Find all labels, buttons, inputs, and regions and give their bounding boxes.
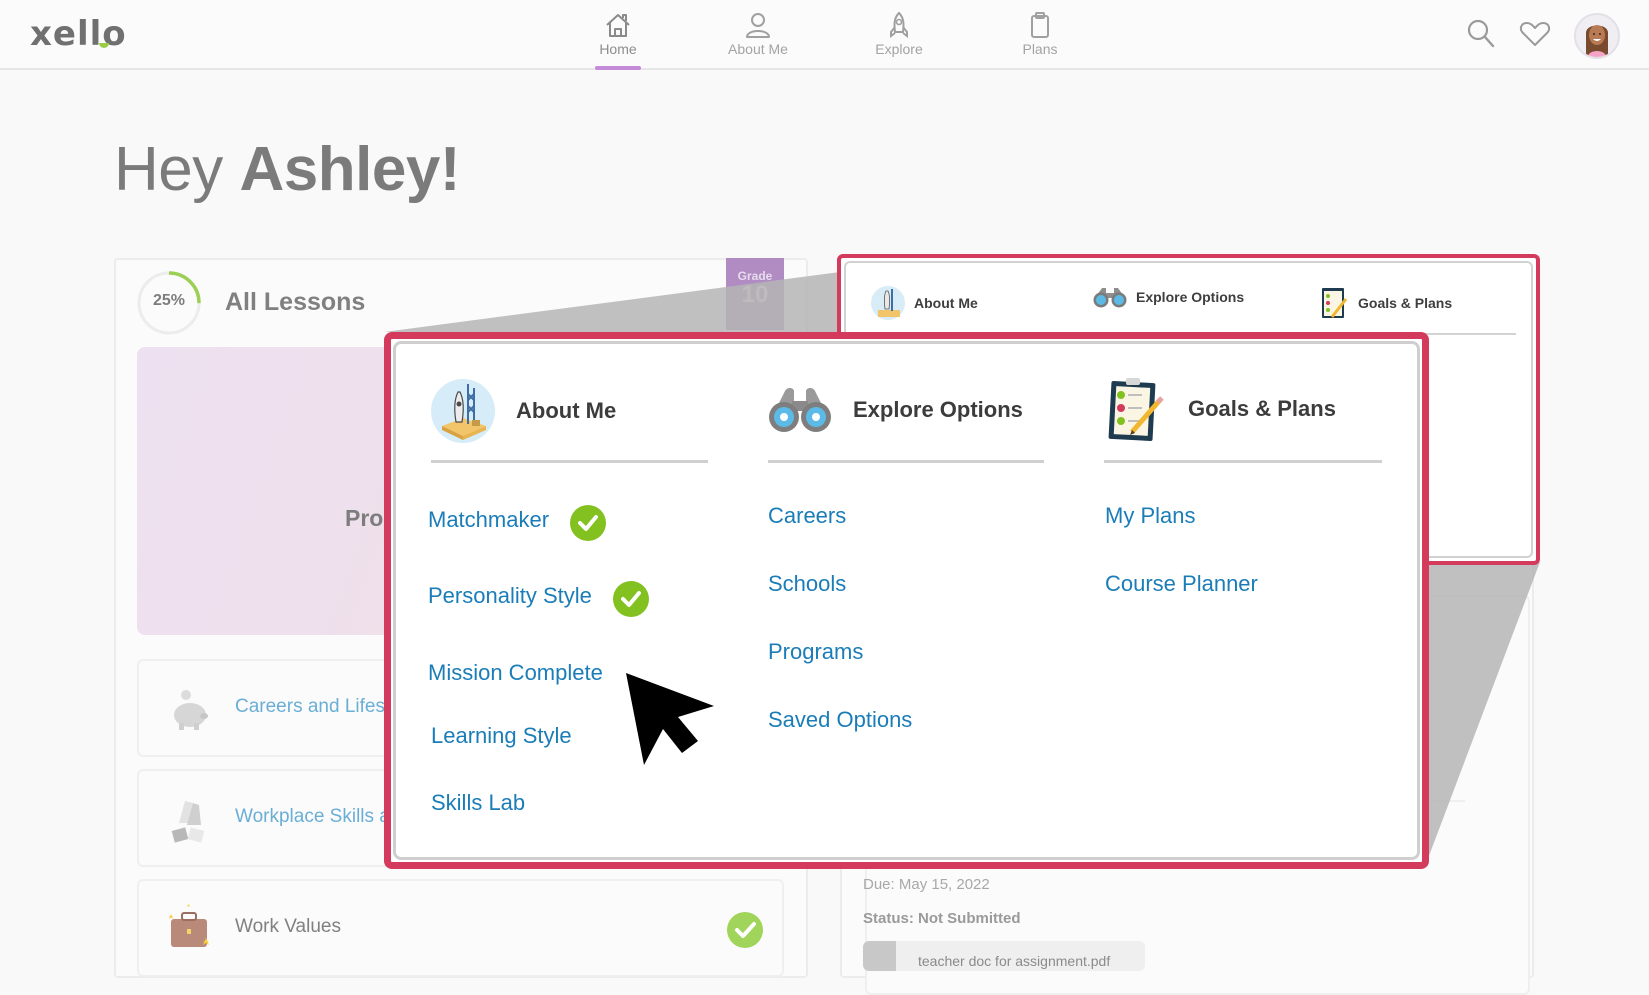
file-icon (863, 941, 896, 971)
rocket-launch-icon (871, 286, 905, 320)
progress-percent: 25% (152, 292, 186, 309)
nav-plans-label: Plans (1022, 41, 1058, 57)
lesson-row-label: Work Values (235, 916, 341, 937)
heart-icon (1519, 22, 1551, 46)
nav-home[interactable]: Home (568, 10, 668, 70)
completed-check-icon (613, 581, 649, 617)
nav-home-label: Home (599, 41, 637, 57)
menu-column-explore-options[interactable]: Explore Options (767, 385, 1023, 435)
home-icon (606, 14, 630, 37)
menu-link-matchmaker[interactable]: Matchmaker (428, 507, 549, 533)
small-menu-goals-plans[interactable]: Goals & Plans (1320, 285, 1452, 321)
menu-link-course-planner[interactable]: Course Planner (1105, 571, 1258, 597)
rocket-launch-icon (431, 379, 495, 443)
grade-badge: Grade 10 (726, 258, 784, 330)
menu-link-mission-complete[interactable]: Mission Complete (428, 660, 603, 686)
page-greeting: Hey Ashley! (114, 134, 460, 205)
small-menu-title: Explore Options (1136, 289, 1245, 305)
menu-column-title: Goals & Plans (1188, 396, 1336, 421)
logo-text: xello (30, 14, 127, 54)
hero-card-text: Pro (345, 505, 384, 531)
menu-column-goals-plans[interactable]: Goals & Plans (1108, 376, 1336, 442)
menu-link-skills-lab[interactable]: Skills Lab (431, 790, 525, 816)
lesson-row-label: Workplace Skills a (235, 806, 390, 827)
divider (768, 460, 1044, 463)
nav-about-me-label: About Me (728, 41, 788, 57)
search-icon (1467, 19, 1495, 48)
nav-explore[interactable]: Explore (849, 10, 949, 57)
menu-column-about-me[interactable]: About Me (430, 378, 616, 444)
nav-about-me[interactable]: About Me (708, 10, 808, 57)
piggy-bank-icon (174, 690, 208, 730)
search-button[interactable] (1466, 18, 1496, 55)
nav-active-indicator (595, 66, 641, 70)
rocket-icon (890, 11, 908, 38)
xello-logo[interactable]: xello (30, 14, 127, 54)
greeting-prefix: Hey (114, 135, 223, 204)
divider (431, 460, 708, 463)
divider (1104, 460, 1382, 463)
favorites-button[interactable] (1519, 21, 1551, 52)
user-icon (746, 13, 770, 38)
small-menu-title: About Me (914, 295, 978, 311)
briefcase-icon (169, 904, 209, 947)
binoculars-icon (1093, 288, 1127, 308)
attachment-name: teacher doc for assignment.pdf (918, 953, 1111, 969)
grade-value: 10 (741, 281, 769, 308)
lesson-row-work-values[interactable]: Work Values (137, 879, 784, 977)
nav-plans[interactable]: Plans (990, 10, 1090, 57)
menu-link-schools[interactable]: Schools (768, 571, 846, 597)
menu-link-programs[interactable]: Programs (768, 639, 863, 665)
completed-check-icon (570, 505, 606, 541)
checklist-icon (1322, 288, 1348, 318)
menu-link-my-plans[interactable]: My Plans (1105, 503, 1195, 529)
menu-link-personality-style[interactable]: Personality Style (428, 583, 592, 609)
binoculars-icon (769, 388, 831, 432)
top-header: xello Home About Me Explore Plans (0, 0, 1649, 70)
assignment-status: Status: Not Submitted (863, 910, 1021, 927)
menu-link-learning-style[interactable]: Learning Style (431, 723, 572, 749)
small-menu-explore-options[interactable]: Explore Options (1092, 285, 1244, 309)
completed-check-icon (727, 912, 763, 948)
menu-column-title: Explore Options (853, 397, 1023, 422)
lessons-title: All Lessons (225, 288, 366, 316)
avatar-image-icon (1586, 25, 1608, 57)
nav-explore-label: Explore (875, 41, 923, 57)
avatar[interactable] (1574, 13, 1620, 59)
checklist-icon (1108, 378, 1164, 442)
high-five-icon (171, 801, 205, 843)
menu-column-title: About Me (516, 398, 617, 423)
small-menu-title: Goals & Plans (1358, 295, 1453, 311)
attachment-chip[interactable]: teacher doc for assignment.pdf (863, 941, 1145, 971)
small-menu-about-me[interactable]: About Me (870, 285, 978, 321)
assignment-due-date: Due: May 15, 2022 (863, 876, 990, 893)
menu-link-saved-options[interactable]: Saved Options (768, 707, 912, 733)
clipboard-icon (1031, 12, 1049, 38)
lesson-row-label: Careers and Lifes (235, 696, 385, 717)
menu-link-careers[interactable]: Careers (768, 503, 846, 529)
mouse-cursor-icon (626, 673, 714, 765)
greeting-name: Ashley! (239, 135, 461, 204)
